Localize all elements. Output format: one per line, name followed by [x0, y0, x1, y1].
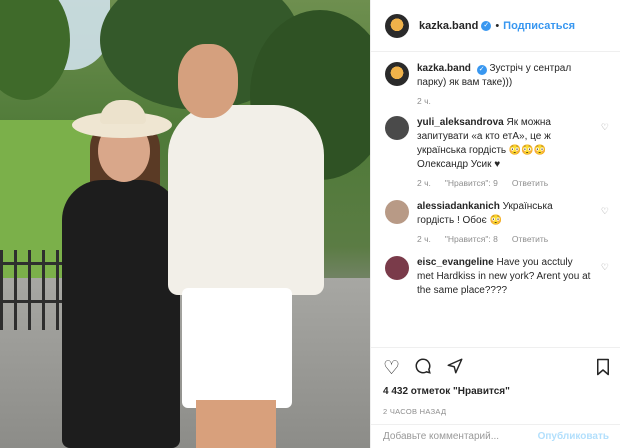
comment-time[interactable]: 2 ч. [417, 178, 431, 188]
man-face [178, 44, 238, 118]
comment-likes[interactable]: "Нравится": 9 [445, 178, 498, 188]
publish-button[interactable]: Опубликовать [538, 431, 609, 442]
comment-composer: Опубликовать [371, 424, 620, 448]
comment-username[interactable]: yuli_aleksandrova [417, 117, 504, 128]
comments-list[interactable]: kazka.band ✓ Зустріч у сентрал парку) як… [371, 62, 620, 347]
comment-likes[interactable]: "Нравится": 8 [445, 234, 498, 244]
man-shirt [168, 105, 324, 295]
heart-icon[interactable]: ♡ [601, 206, 609, 217]
woman-figure [62, 180, 180, 448]
follow-button[interactable]: Подписаться [503, 20, 575, 32]
comment-body: alessiadankanich Українська гордість ! О… [417, 200, 591, 228]
reply-button[interactable]: Ответить [512, 234, 548, 244]
list-item: alessiadankanich Українська гордість ! О… [371, 200, 620, 244]
reply-button[interactable]: Ответить [512, 178, 548, 188]
tree [0, 0, 70, 100]
caption-time[interactable]: 2 ч. [417, 96, 431, 106]
man-legs [196, 400, 276, 448]
caption-meta: 2 ч. [417, 96, 591, 106]
avatar[interactable] [385, 116, 409, 140]
comment-username[interactable]: eisc_evangeline [417, 257, 494, 268]
comment-username[interactable]: alessiadankanich [417, 201, 500, 212]
man-shorts [182, 288, 292, 408]
post-actions: ♡ 4 432 отметок "Нравится" 2 ЧАСОВ НАЗАД [371, 347, 620, 416]
comment-meta: 2 ч. "Нравится": 8 Ответить [417, 234, 591, 244]
comment-input[interactable] [383, 431, 538, 442]
caption: kazka.band ✓ Зустріч у сентрал парку) як… [371, 62, 620, 106]
post-photo[interactable] [0, 0, 370, 448]
comment-icon[interactable] [414, 357, 432, 379]
heart-icon[interactable]: ♡ [601, 262, 609, 273]
avatar[interactable] [385, 256, 409, 280]
separator: • [495, 19, 500, 32]
bookmark-icon[interactable] [595, 358, 611, 379]
action-icons: ♡ [383, 356, 611, 380]
heart-icon[interactable]: ♡ [601, 122, 609, 133]
avatar[interactable] [385, 200, 409, 224]
heart-icon[interactable]: ♡ [383, 359, 400, 378]
list-item: yuli_aleksandrova Як можна запитувати «а… [371, 116, 620, 188]
likes-count[interactable]: 4 432 отметок "Нравится" [383, 386, 611, 397]
caption-username[interactable]: kazka.band [417, 63, 471, 74]
comment-meta: 2 ч. "Нравится": 9 Ответить [417, 178, 591, 188]
share-icon[interactable] [446, 357, 464, 379]
post-timestamp[interactable]: 2 ЧАСОВ НАЗАД [383, 407, 611, 416]
header-username[interactable]: kazka.band [419, 20, 478, 32]
verified-icon: ✓ [476, 65, 487, 75]
comment-body: eisc_evangeline Have you acctuly met Har… [417, 256, 591, 298]
avatar[interactable] [385, 62, 409, 86]
verified-icon: ✓ [481, 20, 492, 31]
list-item: eisc_evangeline Have you acctuly met Har… [371, 256, 620, 298]
comment-body: yuli_aleksandrova Як можна запитувати «а… [417, 116, 591, 172]
hat-crown [100, 100, 146, 124]
comment-time[interactable]: 2 ч. [417, 234, 431, 244]
post-header: kazka.band ✓ • Подписаться [371, 0, 620, 52]
avatar[interactable] [385, 13, 409, 38]
post-sidebar: kazka.band ✓ • Подписаться kazka.band ✓ … [370, 0, 620, 448]
caption-body: kazka.band ✓ Зустріч у сентрал парку) як… [417, 62, 591, 90]
